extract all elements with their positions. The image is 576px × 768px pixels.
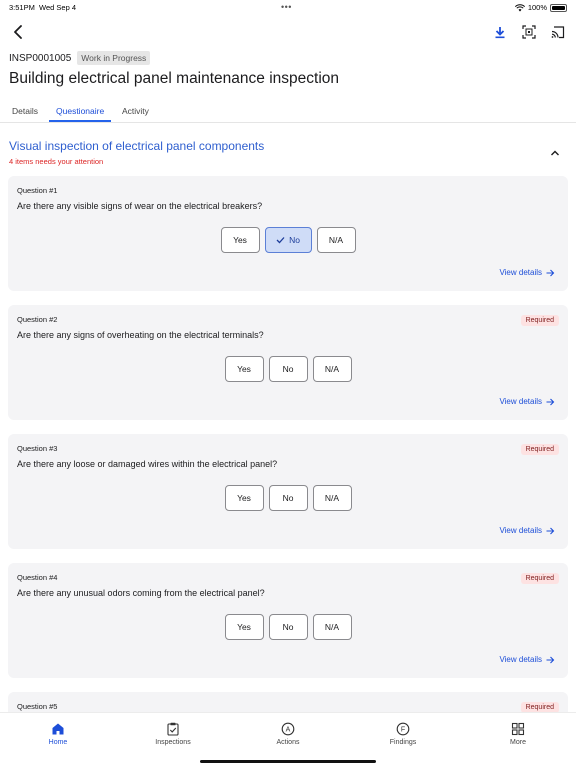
arrow-right-icon <box>546 527 555 534</box>
tab-details[interactable]: Details <box>12 106 38 116</box>
status-time: 3:51PM Wed Sep 4 <box>9 3 77 12</box>
tab-questionaire[interactable]: Questionaire <box>56 106 104 116</box>
nav-label: Inspections <box>155 739 191 746</box>
tab-bar: Details Questionaire Activity <box>0 100 576 123</box>
cast-button[interactable] <box>546 20 570 44</box>
question-number: Question #5 <box>17 702 58 711</box>
answer-no-button[interactable]: No <box>268 614 308 640</box>
inspection-header: INSP0001005 Work in Progress <box>9 51 151 65</box>
view-details-link[interactable]: View details <box>499 526 555 535</box>
arrow-right-icon <box>546 398 555 405</box>
multitasking-dots-icon[interactable]: ••• <box>281 2 292 12</box>
chevron-up-icon <box>551 150 559 156</box>
question-number: Question #1 <box>17 186 58 195</box>
answer-yes-button[interactable]: Yes <box>224 485 264 511</box>
required-badge: Required <box>520 444 559 455</box>
status-bar: 3:51PM Wed Sep 4 ••• 100% <box>0 0 576 16</box>
required-badge: Required <box>520 315 559 326</box>
active-tab-indicator <box>49 120 111 122</box>
question-card-1: Question #1 Are there any visible signs … <box>8 176 568 291</box>
home-indicator[interactable] <box>200 760 376 763</box>
view-details-link[interactable]: View details <box>499 397 555 406</box>
findings-icon: F <box>396 722 410 736</box>
view-details-link[interactable]: View details <box>499 655 555 664</box>
download-button[interactable] <box>488 20 512 44</box>
clipboard-check-icon <box>167 722 179 736</box>
required-badge: Required <box>520 573 559 584</box>
arrow-right-icon <box>546 269 555 276</box>
svg-text:F: F <box>401 727 405 734</box>
svg-text:A: A <box>286 727 291 734</box>
answer-group: Yes No N/A <box>8 485 568 511</box>
nav-actions[interactable]: A Actions <box>248 722 328 746</box>
nav-label: Actions <box>276 739 300 746</box>
nav-inspections[interactable]: Inspections <box>133 722 213 746</box>
scan-button[interactable] <box>517 20 541 44</box>
back-button[interactable] <box>6 20 30 44</box>
nav-more[interactable]: More <box>478 722 558 746</box>
scan-icon <box>522 25 536 39</box>
checkmark-icon <box>276 237 285 244</box>
arrow-right-icon <box>546 656 555 663</box>
question-text: Are there any loose or damaged wires wit… <box>17 459 278 469</box>
nav-findings[interactable]: F Findings <box>363 722 443 746</box>
tab-activity[interactable]: Activity <box>122 106 149 116</box>
answer-yes-button[interactable]: Yes <box>220 227 260 253</box>
status-right: 100% <box>514 3 567 12</box>
question-number: Question #4 <box>17 573 58 582</box>
question-text: Are there any visible signs of wear on t… <box>17 201 263 211</box>
actions-icon: A <box>281 722 295 736</box>
answer-group: Yes No N/A <box>8 614 568 640</box>
question-text: Are there any signs of overheating on th… <box>17 330 264 340</box>
question-card-2: Question #2 Required Are there any signs… <box>8 305 568 420</box>
cast-icon <box>551 25 565 38</box>
nav-label: Home <box>48 739 68 746</box>
top-bar <box>0 20 576 44</box>
status-badge: Work in Progress <box>77 51 151 65</box>
answer-na-button[interactable]: N/A <box>316 227 356 253</box>
answer-group: Yes No N/A <box>8 356 568 382</box>
answer-na-button[interactable]: N/A <box>312 485 352 511</box>
home-icon <box>52 723 64 735</box>
battery-percent: 100% <box>527 3 547 12</box>
answer-no-button[interactable]: No <box>264 227 312 253</box>
answer-no-button[interactable]: No <box>268 485 308 511</box>
grid-icon <box>511 722 525 736</box>
answer-group: Yes No N/A <box>8 227 568 253</box>
answer-yes-button[interactable]: Yes <box>224 614 264 640</box>
answer-na-button[interactable]: N/A <box>312 614 352 640</box>
answer-na-button[interactable]: N/A <box>312 356 352 382</box>
chevron-left-icon <box>14 25 22 39</box>
collapse-button[interactable] <box>549 146 561 158</box>
inspection-id: INSP0001005 <box>9 52 72 64</box>
nav-label: More <box>510 739 526 746</box>
answer-yes-button[interactable]: Yes <box>224 356 264 382</box>
nav-home[interactable]: Home <box>18 722 98 746</box>
section-title[interactable]: Visual inspection of electrical panel co… <box>9 139 264 153</box>
page-title: Building electrical panel maintenance in… <box>9 70 340 87</box>
question-card-4: Question #4 Required Are there any unusu… <box>8 563 568 678</box>
nav-label: Findings <box>389 739 417 746</box>
question-text: Are there any unusual odors coming from … <box>17 588 265 598</box>
answer-no-button[interactable]: No <box>268 356 308 382</box>
wifi-icon <box>514 3 525 11</box>
download-icon <box>495 26 505 38</box>
battery-icon <box>550 3 567 12</box>
question-number: Question #2 <box>17 315 58 324</box>
view-details-link[interactable]: View details <box>499 268 555 277</box>
question-card-3: Question #3 Required Are there any loose… <box>8 434 568 549</box>
attention-text: 4 items needs your attention <box>9 157 104 166</box>
question-number: Question #3 <box>17 444 58 453</box>
